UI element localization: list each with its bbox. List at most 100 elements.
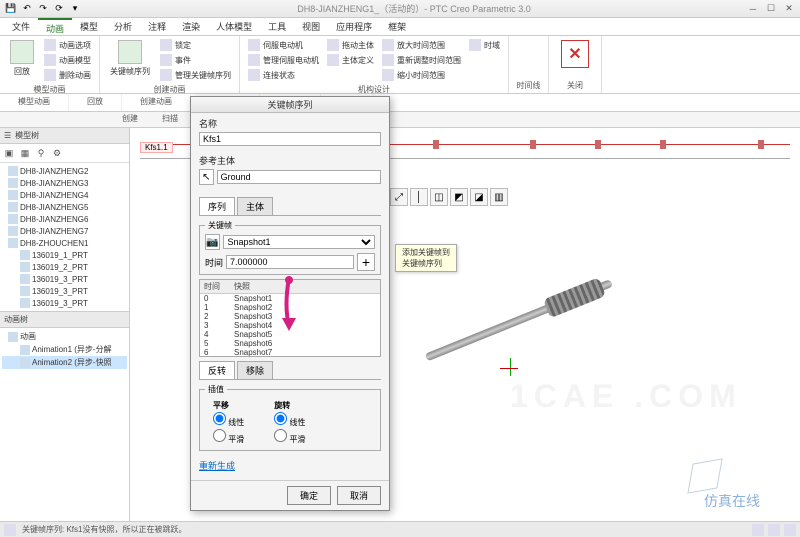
tab-reverse[interactable]: 反转: [199, 361, 235, 379]
close-button[interactable]: ✕: [561, 40, 589, 68]
menu-tools[interactable]: 工具: [260, 18, 294, 35]
dialog-title[interactable]: 关键帧序列: [191, 97, 389, 113]
tree-node[interactable]: DH8-JIANZHENG3: [2, 177, 127, 189]
subtab-create[interactable]: 创建: [110, 112, 150, 127]
snapshot-select[interactable]: Snapshot1: [223, 235, 375, 249]
keyframe-seq-button[interactable]: 关键帧序列: [106, 38, 154, 79]
menu-file[interactable]: 文件: [4, 18, 38, 35]
menu-render[interactable]: 渲染: [174, 18, 208, 35]
body-def-button[interactable]: 主体定义: [325, 53, 376, 67]
tab-create-anim[interactable]: 创建动画: [122, 94, 191, 111]
orient-icon[interactable]: ◫: [430, 188, 448, 206]
tab-playback[interactable]: 回放: [69, 94, 122, 111]
menu-model[interactable]: 模型: [72, 18, 106, 35]
anim-root-node[interactable]: 动画: [2, 330, 127, 343]
tree-node[interactable]: 136019_2_PRT: [2, 261, 127, 273]
tree-settings-icon[interactable]: ⚙: [50, 146, 64, 160]
keyframe-list[interactable]: 时间快照 0Snapshot11Snapshot22Snapshot33Snap…: [199, 279, 381, 357]
anim-model-button[interactable]: 动画模型: [42, 53, 93, 67]
lock-button[interactable]: 锁定: [158, 38, 233, 52]
keyframe-row[interactable]: 6Snapshot7: [200, 348, 380, 357]
rot-smooth-radio[interactable]: 平滑: [274, 429, 305, 445]
model-tree[interactable]: DH8-JIANZHENG2DH8-JIANZHENG3DH8-JIANZHEN…: [0, 163, 129, 311]
regen-link[interactable]: 重新生成: [199, 461, 235, 471]
manage-keyframe-button[interactable]: 管理关键帧序列: [158, 68, 233, 82]
anim-node[interactable]: Animation2 (异步-快照: [2, 356, 127, 369]
conn-status-button[interactable]: 连接状态: [246, 68, 321, 82]
tree-node[interactable]: DH8-JIANZHENG6: [2, 213, 127, 225]
tab-sequence[interactable]: 序列: [199, 197, 235, 215]
menu-annotate[interactable]: 注释: [140, 18, 174, 35]
zoomout-time-button[interactable]: 缩小时间范围: [380, 68, 463, 82]
name-input[interactable]: [199, 132, 381, 146]
model-tree-header[interactable]: ☰ 模型树: [0, 128, 129, 144]
status-tool-2[interactable]: [768, 524, 780, 536]
menu-view[interactable]: 视图: [294, 18, 328, 35]
qat-undo-icon[interactable]: ↶: [20, 2, 34, 16]
delete-anim-button[interactable]: 删除动画: [42, 68, 93, 82]
playback-button[interactable]: 回放: [6, 38, 38, 79]
anim-node[interactable]: Animation1 (异步-分解: [2, 343, 127, 356]
qat-more-icon[interactable]: ▾: [68, 2, 82, 16]
time-input[interactable]: [226, 255, 354, 269]
tree-node[interactable]: 136019_3_PRT: [2, 297, 127, 309]
menu-animation[interactable]: 动画: [38, 18, 72, 35]
tree-node[interactable]: 136019_3_PRT: [2, 273, 127, 285]
anim-options-button[interactable]: 动画选项: [42, 38, 93, 52]
keyframe-row[interactable]: 0Snapshot1: [200, 294, 380, 303]
ok-button[interactable]: 确定: [287, 486, 331, 505]
tree-node[interactable]: DH8-JIANZHENG7: [2, 225, 127, 237]
tree-tool-2[interactable]: ▦: [18, 146, 32, 160]
qat-redo-icon[interactable]: ↷: [36, 2, 50, 16]
trans-linear-radio[interactable]: 线性: [213, 412, 244, 428]
status-tool-3[interactable]: [784, 524, 796, 536]
status-tool-1[interactable]: [752, 524, 764, 536]
status-icon[interactable]: [4, 524, 16, 536]
manage-motor-button[interactable]: 管理伺服电动机: [246, 53, 321, 67]
shade-icon[interactable]: ◪: [470, 188, 488, 206]
tree-node[interactable]: 136019_1_PRT: [2, 249, 127, 261]
tree-filter-icon[interactable]: ⚲: [34, 146, 48, 160]
timedomain-button[interactable]: 时域: [467, 38, 502, 52]
refit-time-button[interactable]: 重新调整时间范围: [380, 53, 463, 67]
keyframe-row[interactable]: 5Snapshot6: [200, 339, 380, 348]
menu-manikin[interactable]: 人体模型: [208, 18, 260, 35]
subtab-scan[interactable]: 扫描: [150, 112, 190, 127]
minimize-icon[interactable]: ─: [746, 2, 760, 16]
tab-remove[interactable]: 移除: [237, 361, 273, 379]
camera-icon[interactable]: 📷: [205, 234, 220, 250]
display-icon[interactable]: ◩: [450, 188, 468, 206]
menu-apps[interactable]: 应用程序: [328, 18, 380, 35]
add-keyframe-button[interactable]: +: [357, 253, 375, 271]
close-window-icon[interactable]: ✕: [782, 2, 796, 16]
drag-body-button[interactable]: 拖动主体: [325, 38, 376, 52]
pick-icon[interactable]: ↖: [199, 169, 214, 185]
qat-regen-icon[interactable]: ⟳: [52, 2, 66, 16]
zoom-time-button[interactable]: 放大时间范围: [380, 38, 463, 52]
event-button[interactable]: 事件: [158, 53, 233, 67]
maximize-icon[interactable]: ☐: [764, 2, 778, 16]
menu-analysis[interactable]: 分析: [106, 18, 140, 35]
tab-body[interactable]: 主体: [237, 197, 273, 215]
rot-linear-radio[interactable]: 线性: [274, 412, 305, 428]
tree-node[interactable]: DH8-JIANZHENG2: [2, 165, 127, 177]
tab-model-anim[interactable]: 模型动画: [0, 94, 69, 111]
tree-node[interactable]: DH8-JIANZHENG5: [2, 201, 127, 213]
ref-body-input[interactable]: [217, 170, 381, 184]
keyframe-row[interactable]: 1Snapshot2: [200, 303, 380, 312]
qat-save-icon[interactable]: 💾: [4, 2, 18, 16]
anim-tree-header[interactable]: 动画树: [0, 312, 129, 328]
tree-node[interactable]: 136019_3_PRT: [2, 285, 127, 297]
keyframe-row[interactable]: 2Snapshot3: [200, 312, 380, 321]
menu-framework[interactable]: 框架: [380, 18, 414, 35]
keyframe-row[interactable]: 3Snapshot4: [200, 321, 380, 330]
anim-tree[interactable]: 动画 Animation1 (异步-分解Animation2 (异步-快照: [0, 328, 129, 371]
refit-icon[interactable]: ⤢: [390, 188, 408, 206]
servo-motor-button[interactable]: 伺服电动机: [246, 38, 321, 52]
tree-node[interactable]: DH8-JIANZHENG4: [2, 189, 127, 201]
timeline-item-name[interactable]: Kfs1.1: [140, 142, 173, 153]
trans-smooth-radio[interactable]: 平滑: [213, 429, 244, 445]
keyframe-row[interactable]: 4Snapshot5: [200, 330, 380, 339]
tree-node[interactable]: DH8-ZHOUCHEN1: [2, 237, 127, 249]
cancel-button[interactable]: 取消: [337, 486, 381, 505]
